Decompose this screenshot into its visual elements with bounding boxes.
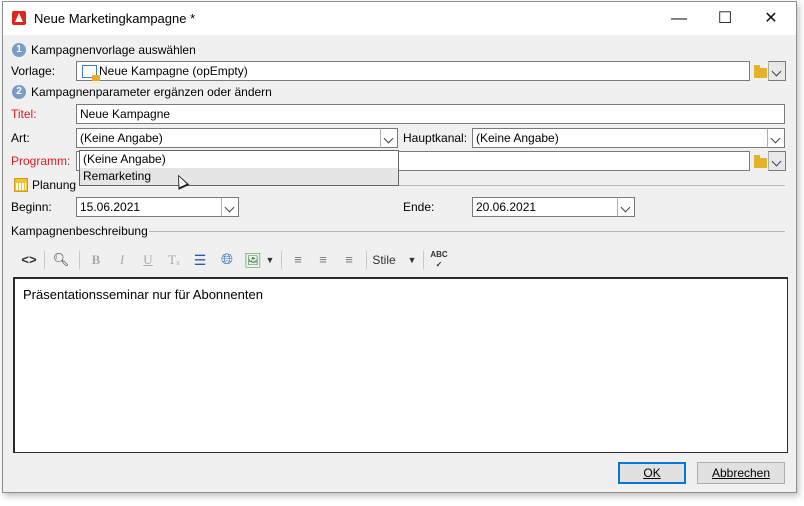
title-bar: Neue Marketingkampagne * — ☐ ✕ <box>3 2 796 35</box>
underline-icon[interactable]: U <box>139 250 157 270</box>
art-label: Art: <box>11 131 30 145</box>
beginn-label: Beginn: <box>11 200 52 214</box>
app-logo-icon <box>12 11 26 25</box>
titel-input[interactable]: Neue Kampagne <box>76 104 785 124</box>
bullet-list-icon[interactable]: ☰ <box>191 250 209 270</box>
editor-toolbar: <> 🔍︎ B I U Tₓ ☰ 🌐︎ 🖼︎ ▼ ≡ ≡ ≡ Stile ▼ A… <box>13 247 788 273</box>
ende-calendar-button[interactable] <box>617 197 635 217</box>
ok-button[interactable]: OK <box>618 462 686 484</box>
minimize-button[interactable]: — <box>656 2 702 35</box>
beschreibung-divider <box>149 231 785 232</box>
ende-date-input[interactable]: 20.06.2021 <box>472 197 618 217</box>
dialog-window: Neue Marketingkampagne * — ☐ ✕ 1 Kampagn… <box>2 1 797 493</box>
step-2-badge: 2 <box>12 85 26 99</box>
art-select[interactable]: (Keine Angabe) <box>76 128 382 148</box>
vorlage-folder-icon[interactable] <box>754 65 767 78</box>
step-1-heading: Kampagnenvorlage auswählen <box>31 43 196 57</box>
insert-image-icon[interactable]: 🖼︎ <box>243 250 263 270</box>
beginn-date-input[interactable]: 15.06.2021 <box>76 197 222 217</box>
align-center-icon[interactable]: ≡ <box>314 250 332 270</box>
hauptkanal-dropdown-button[interactable] <box>767 128 785 148</box>
italic-icon[interactable]: I <box>113 250 131 270</box>
planung-heading: Planung <box>32 178 77 192</box>
description-editor[interactable]: Präsentationsseminar nur für Abonnenten <box>13 277 788 453</box>
programm-folder-icon[interactable] <box>754 155 767 168</box>
titel-label: Titel: <box>11 107 37 121</box>
beschreibung-heading: Kampagnenbeschreibung <box>11 224 148 238</box>
close-button[interactable]: ✕ <box>748 2 794 35</box>
vorlage-dropdown-button[interactable] <box>768 61 786 81</box>
cancel-button[interactable]: Abbrechen <box>697 462 785 484</box>
hauptkanal-label: Hauptkanal: <box>403 131 468 145</box>
align-left-icon[interactable]: ≡ <box>289 250 307 270</box>
step-2-heading: Kampagnenparameter ergänzen oder ändern <box>31 85 272 99</box>
spellcheck-icon[interactable]: ABC ✓ <box>428 250 450 270</box>
image-dropdown-icon[interactable]: ▼ <box>264 250 276 270</box>
vorlage-field[interactable]: Neue Kampagne (opEmpty) <box>76 61 750 81</box>
clear-format-icon[interactable]: Tₓ <box>165 250 183 270</box>
link-globe-icon[interactable]: 🌐︎ <box>217 250 237 270</box>
hauptkanal-select[interactable]: (Keine Angabe) <box>472 128 768 148</box>
art-dropdown-list: (Keine Angabe) Remarketing <box>79 150 399 186</box>
source-code-icon[interactable]: <> <box>17 250 41 270</box>
maximize-button[interactable]: ☐ <box>702 2 748 35</box>
vorlage-label: Vorlage: <box>11 64 56 78</box>
programm-label: Programm: <box>11 154 71 168</box>
programm-dropdown-button[interactable] <box>768 151 786 171</box>
description-text: Präsentationsseminar nur für Abonnenten <box>23 287 263 302</box>
art-dropdown-button[interactable] <box>380 128 398 148</box>
beginn-calendar-button[interactable] <box>221 197 239 217</box>
align-right-icon[interactable]: ≡ <box>340 250 358 270</box>
art-option-none[interactable]: (Keine Angabe) <box>80 151 398 168</box>
styles-dropdown-arrow-icon[interactable]: ▼ <box>406 250 418 270</box>
binoculars-icon[interactable]: 🔍︎ <box>50 250 72 270</box>
ende-label: Ende: <box>403 200 435 214</box>
calendar-icon <box>14 178 28 192</box>
art-option-remarketing[interactable]: Remarketing <box>80 168 398 185</box>
step-1-badge: 1 <box>12 43 26 57</box>
bold-icon[interactable]: B <box>87 250 105 270</box>
styles-dropdown[interactable]: Stile <box>371 250 397 270</box>
campaign-template-icon <box>82 65 100 81</box>
window-title: Neue Marketingkampagne * <box>34 11 196 26</box>
